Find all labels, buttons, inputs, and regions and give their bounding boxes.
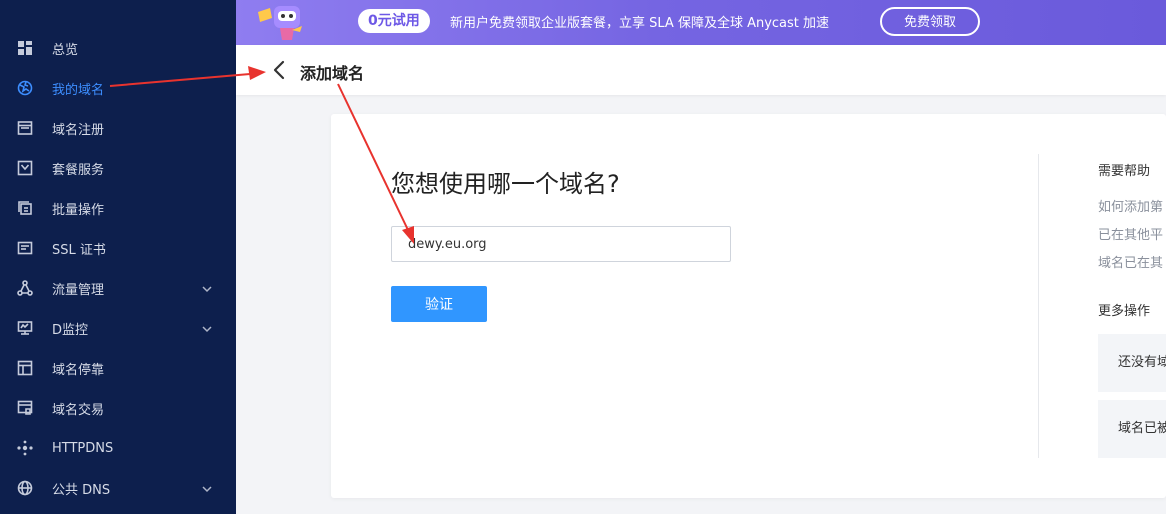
sidebar-item-label: SSL 证书	[52, 242, 106, 258]
more-action-item[interactable]: 还没有域	[1098, 334, 1166, 392]
public-globe-icon	[16, 479, 34, 497]
sidebar-item-domain-register[interactable]: 域名注册	[0, 108, 236, 148]
sidebar: 总览 我的域名 域名注册 套餐服务 批量操作 SSL 证书 流量管理 D监控 域…	[0, 0, 236, 514]
help-link[interactable]: 域名已在其	[1098, 252, 1163, 271]
sidebar-item-label: 域名停靠	[52, 362, 105, 378]
sidebar-nav: 总览 我的域名 域名注册 套餐服务 批量操作 SSL 证书 流量管理 D监控 域…	[0, 0, 236, 508]
sidebar-item-batch[interactable]: 批量操作	[0, 188, 236, 228]
dashboard-icon	[16, 39, 34, 57]
sidebar-item-traffic[interactable]: 流量管理	[0, 268, 236, 308]
mascot-icon	[258, 6, 302, 40]
layout-icon	[16, 359, 34, 377]
sidebar-item-label: 总览	[52, 42, 79, 58]
sidebar-item-overview[interactable]: 总览	[0, 28, 236, 68]
sidebar-item-label: 域名交易	[52, 402, 105, 418]
domain-question: 您想使用哪一个域名?	[391, 170, 620, 198]
certificate-icon	[16, 239, 34, 257]
trade-icon	[16, 399, 34, 417]
verify-button[interactable]: 验证	[391, 286, 487, 322]
more-action-item[interactable]: 域名已被	[1098, 400, 1166, 458]
chevron-down-icon[interactable]	[200, 321, 214, 335]
sidebar-item-trade[interactable]: 域名交易	[0, 388, 236, 428]
flow-icon	[16, 279, 34, 297]
sidebar-item-public-dns[interactable]: 公共 DNS	[0, 468, 236, 508]
sidebar-item-parking[interactable]: 域名停靠	[0, 348, 236, 388]
sidebar-item-ssl[interactable]: SSL 证书	[0, 228, 236, 268]
sidebar-item-label: HTTPDNS	[52, 440, 114, 456]
back-chevron-icon[interactable]	[270, 59, 290, 81]
stack-icon	[16, 199, 34, 217]
sidebar-item-monitor[interactable]: D监控	[0, 308, 236, 348]
domain-input[interactable]	[391, 226, 731, 262]
sidebar-item-my-domains[interactable]: 我的域名	[0, 68, 236, 108]
sidebar-item-label: 公共 DNS	[52, 482, 111, 498]
sidebar-item-label: 流量管理	[52, 282, 105, 298]
add-domain-card: 您想使用哪一个域名? 验证 需要帮助 如何添加第 已在其他平 域名已在其 更多操…	[331, 114, 1166, 498]
sidebar-item-packages[interactable]: 套餐服务	[0, 148, 236, 188]
banner-text: 新用户免费领取企业版套餐，立享 SLA 保障及全球 Anycast 加速	[450, 16, 830, 31]
claim-free-button[interactable]: 免费领取	[880, 7, 980, 36]
help-title: 需要帮助	[1098, 164, 1151, 179]
sidebar-item-label: 我的域名	[52, 82, 105, 98]
help-link[interactable]: 如何添加第	[1098, 196, 1163, 215]
chevron-down-icon[interactable]	[200, 481, 214, 495]
promo-banner: 0元试用 新用户免费领取企业版套餐，立享 SLA 保障及全球 Anycast 加…	[236, 0, 1166, 45]
sidebar-item-label: 套餐服务	[52, 162, 105, 178]
globe-icon	[16, 79, 34, 97]
monitor-icon	[16, 319, 34, 337]
page-header: 添加域名	[236, 45, 1166, 95]
sidebar-item-label: D监控	[52, 322, 89, 338]
help-link[interactable]: 已在其他平	[1098, 224, 1163, 243]
page-title: 添加域名	[300, 64, 365, 83]
sidebar-item-label: 域名注册	[52, 122, 105, 138]
vertical-divider	[1038, 154, 1039, 458]
more-actions-title: 更多操作	[1098, 304, 1151, 319]
sidebar-item-httpdns[interactable]: HTTPDNS	[0, 428, 236, 468]
browser-icon	[16, 119, 34, 137]
sidebar-item-label: 批量操作	[52, 202, 105, 218]
chevron-down-icon[interactable]	[200, 281, 214, 295]
package-icon	[16, 159, 34, 177]
nodes-icon	[16, 439, 34, 457]
trial-badge: 0元试用	[358, 9, 430, 33]
